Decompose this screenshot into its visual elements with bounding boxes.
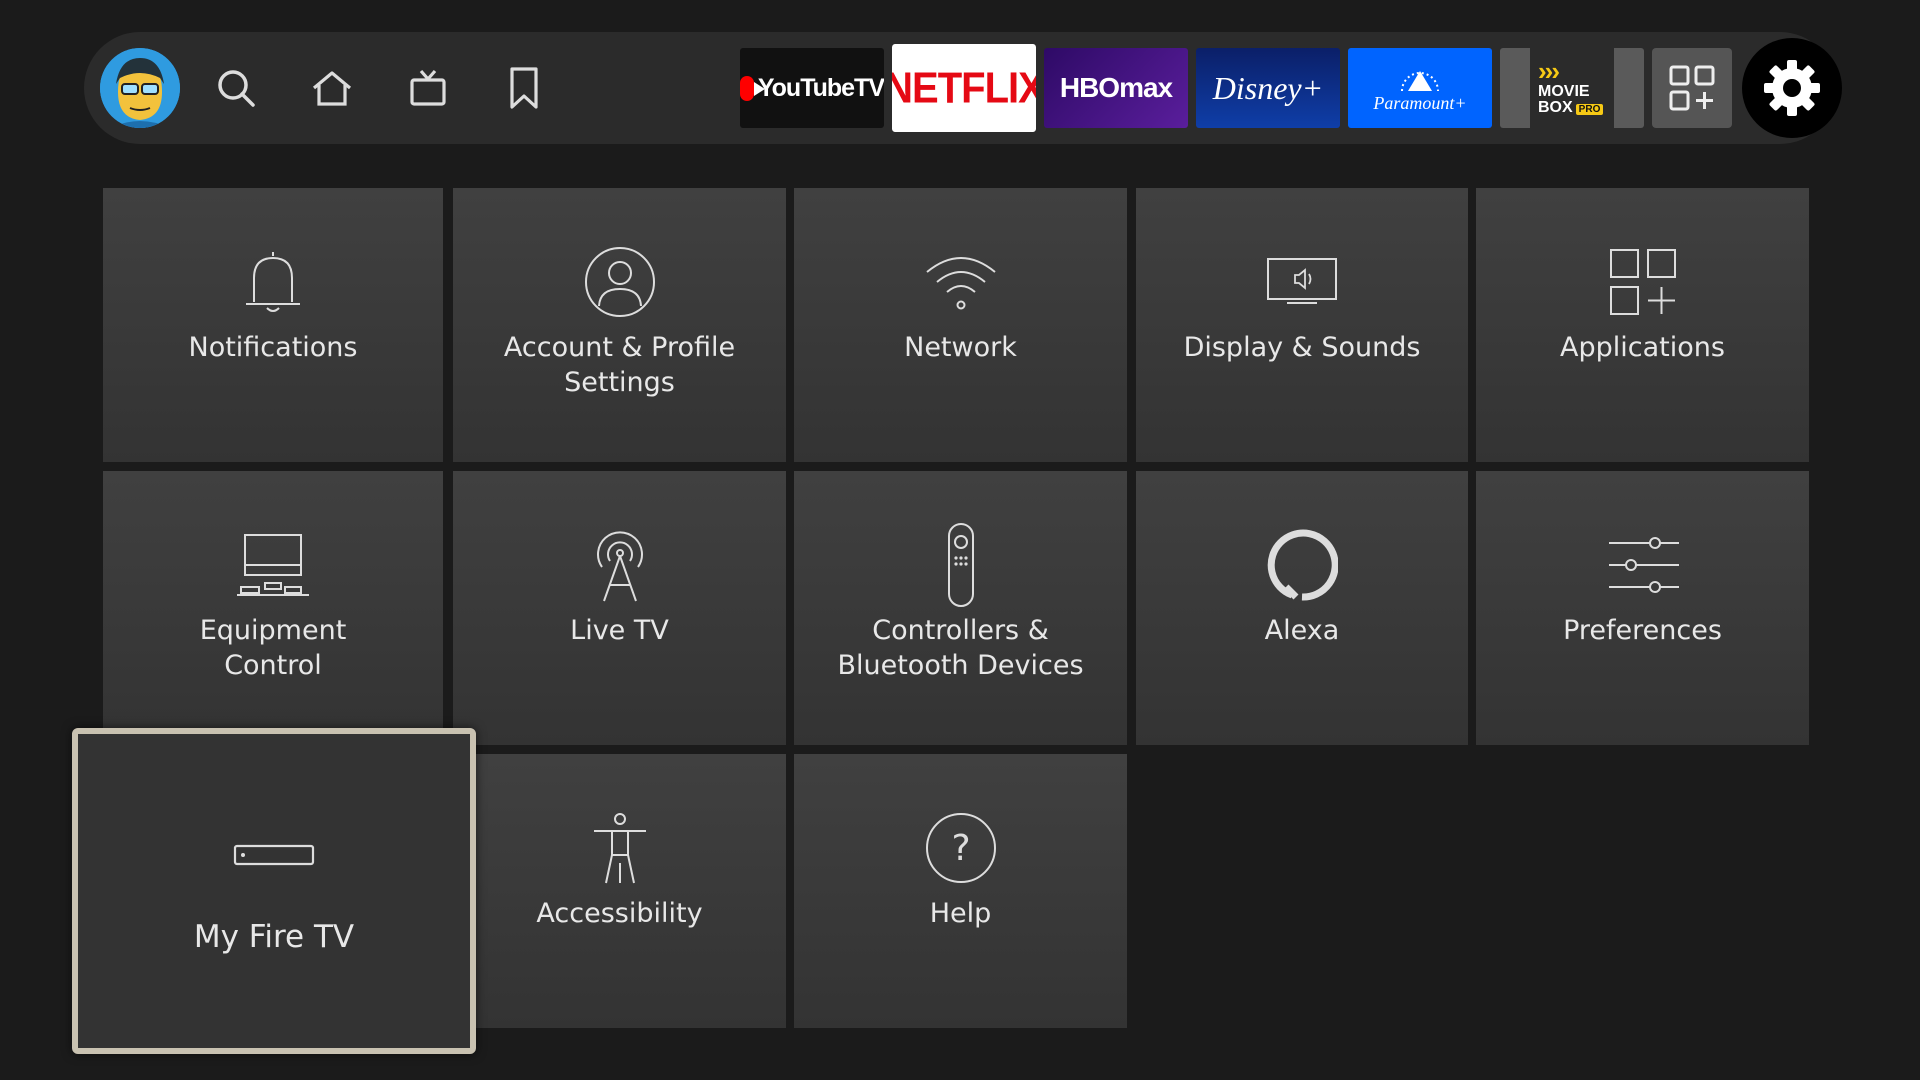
moviebox-pro-app[interactable]: ››› MOVIE BOX PRO bbox=[1500, 48, 1644, 128]
remote-icon bbox=[946, 523, 976, 607]
sliders-icon bbox=[1607, 529, 1679, 601]
watchlist-icon[interactable] bbox=[496, 60, 552, 116]
display-sound-icon bbox=[1265, 246, 1339, 318]
accessibility-tile[interactable]: Accessibility bbox=[453, 754, 786, 1028]
wifi-icon bbox=[923, 246, 999, 318]
youtube-tv-app[interactable]: YouTubeTV bbox=[740, 48, 884, 128]
profile-avatar[interactable] bbox=[100, 48, 180, 128]
top-navigation-bar: YouTubeTV NETFLIX HBOmax Disney+ Paramou… bbox=[84, 32, 1842, 144]
paramount-plus-app[interactable]: Paramount+ bbox=[1348, 48, 1492, 128]
equipment-control-tile[interactable]: Equipment Control bbox=[103, 471, 443, 745]
fire-tv-device-icon bbox=[233, 820, 315, 892]
all-apps-button[interactable] bbox=[1652, 48, 1732, 128]
apps-grid-icon bbox=[1608, 246, 1678, 318]
moviebox-arrows-icon: ››› bbox=[1538, 56, 1560, 86]
paramount-mountain-icon bbox=[1401, 70, 1439, 91]
controllers-bluetooth-tile[interactable]: Controllers & Bluetooth Devices bbox=[794, 471, 1127, 745]
notifications-tile[interactable]: Notifications bbox=[103, 188, 443, 462]
alexa-tile[interactable]: Alexa bbox=[1136, 471, 1468, 745]
account-profile-settings-tile[interactable]: Account & Profile Settings bbox=[453, 188, 786, 462]
live-tv-tile[interactable]: Live TV bbox=[453, 471, 786, 745]
netflix-app[interactable]: NETFLIX bbox=[892, 44, 1036, 132]
person-icon bbox=[584, 246, 656, 318]
settings-button[interactable] bbox=[1742, 38, 1842, 138]
hbo-max-app[interactable]: HBOmax bbox=[1044, 48, 1188, 128]
my-fire-tv-tile[interactable]: My Fire TV bbox=[72, 728, 476, 1054]
gear-icon bbox=[1764, 60, 1820, 116]
live-tv-icon[interactable] bbox=[400, 60, 456, 116]
home-icon[interactable] bbox=[304, 60, 360, 116]
display-sounds-tile[interactable]: Display & Sounds bbox=[1136, 188, 1468, 462]
antenna-icon bbox=[584, 529, 656, 602]
alexa-icon bbox=[1266, 529, 1338, 601]
applications-tile[interactable]: Applications bbox=[1476, 188, 1809, 462]
youtube-play-icon bbox=[740, 75, 765, 101]
accessibility-icon bbox=[590, 812, 650, 884]
help-icon: ? bbox=[925, 812, 997, 884]
disney-plus-app[interactable]: Disney+ bbox=[1196, 48, 1340, 128]
help-tile[interactable]: ? Help bbox=[794, 754, 1127, 1028]
preferences-tile[interactable]: Preferences bbox=[1476, 471, 1809, 745]
bell-icon bbox=[240, 246, 306, 318]
apps-grid-icon bbox=[1669, 65, 1715, 111]
svg-text:?: ? bbox=[951, 828, 970, 869]
search-icon[interactable] bbox=[208, 60, 264, 116]
equipment-icon bbox=[235, 529, 311, 601]
network-tile[interactable]: Network bbox=[794, 188, 1127, 462]
